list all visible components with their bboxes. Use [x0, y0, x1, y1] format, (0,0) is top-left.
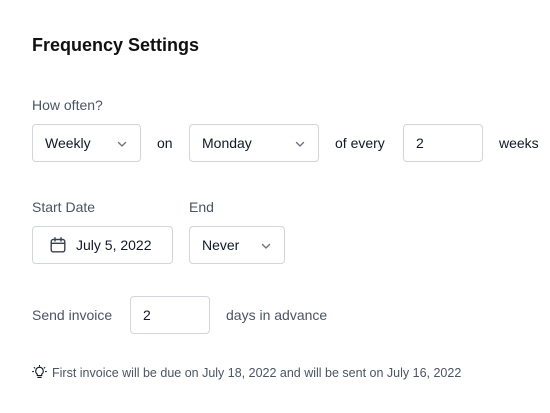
- weeks-text: weeks: [499, 135, 539, 151]
- chevron-down-icon: [261, 243, 271, 249]
- period-select-value: Weekly: [45, 135, 91, 151]
- page-title: Frequency Settings: [32, 35, 200, 55]
- note-text: First invoice will be due on July 18, 20…: [52, 365, 462, 380]
- interval-input[interactable]: 2: [403, 124, 483, 162]
- invoice-schedule-note: First invoice will be due on July 18, 20…: [32, 365, 461, 380]
- start-date-label: Start Date: [32, 199, 96, 215]
- end-label: End: [189, 199, 214, 215]
- period-select[interactable]: Weekly: [32, 124, 141, 162]
- on-text: on: [157, 135, 173, 151]
- interval-input-value: 2: [416, 135, 424, 151]
- end-select[interactable]: Never: [189, 226, 285, 264]
- of-every-text: of every: [335, 135, 385, 151]
- lightbulb-icon: [32, 365, 47, 379]
- start-date-value: July 5, 2022: [76, 237, 152, 253]
- end-select-value: Never: [202, 237, 240, 253]
- how-often-label: How often?: [32, 97, 103, 113]
- day-select[interactable]: Monday: [189, 124, 319, 162]
- day-select-value: Monday: [202, 135, 252, 151]
- chevron-down-icon: [117, 141, 127, 147]
- send-invoice-label: Send invoice: [32, 307, 113, 323]
- advance-days-value: 2: [143, 307, 151, 323]
- advance-days-input[interactable]: 2: [130, 296, 210, 334]
- chevron-down-icon: [295, 141, 305, 147]
- days-in-advance-text: days in advance: [226, 307, 328, 323]
- start-date-picker[interactable]: July 5, 2022: [32, 226, 173, 264]
- calendar-icon: [50, 237, 66, 253]
